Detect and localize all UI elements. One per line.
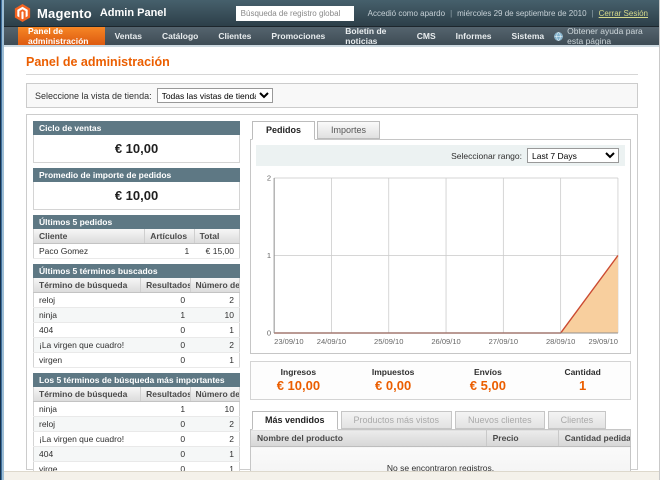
table-row[interactable]: 40401 [34,323,240,338]
current-date-text: miércoles 29 de septiembre de 2010 [457,9,586,18]
table-row[interactable]: reloj02 [34,293,240,308]
column-header: Precio [486,430,558,447]
svg-text:29/09/10: 29/09/10 [589,337,618,346]
totals-bar: Ingresos € 10,00 Impuestos € 0,00 Envíos… [250,361,631,400]
svg-text:23/09/10: 23/09/10 [274,337,303,346]
lifetime-sales-widget: Ciclo de ventas € 10,00 [33,121,240,163]
nav-item-customers[interactable]: Clientes [208,27,261,45]
logo-brand-text: Magento [37,6,92,21]
column-header: Número de usos [190,387,239,402]
global-search-input[interactable] [236,6,354,21]
table-row[interactable]: ¡La virgen que cuadro!02 [34,338,240,353]
store-view-switcher: Seleccione la vista de tienda: Todas las… [26,83,638,108]
get-help-link[interactable]: Obtener ayuda para esta página [554,27,660,45]
nav-item-newsletter[interactable]: Boletín de noticias [335,27,406,45]
average-orders-title: Promedio de importe de pedidos [33,168,240,182]
svg-text:24/09/10: 24/09/10 [317,337,346,346]
magento-logo-icon [14,4,31,22]
dashboard-left-column: Ciclo de ventas € 10,00 Promedio de impo… [33,121,240,463]
lifetime-sales-value: € 10,00 [33,135,240,163]
column-header: Número de usos [190,278,239,293]
column-header: Resultados [141,278,190,293]
main-nav: Panel de administración Ventas Catálogo … [0,27,660,47]
table-row[interactable]: 40401 [34,447,240,462]
top-search-terms-title: Los 5 términos de búsqueda más important… [33,373,240,387]
lifetime-sales-title: Ciclo de ventas [33,121,240,135]
header-bar: Magento Admin Panel Accedió como apardo … [0,0,660,27]
column-header: Total [194,229,239,244]
last-search-terms-widget: Últimos 5 términos buscados Término de b… [33,264,240,368]
chart-panel: Seleccionar rango: Last 7 Days 0 1 2 23/09/… [250,139,631,354]
svg-text:1: 1 [267,251,271,260]
table-row[interactable]: virgen01 [34,353,240,368]
svg-text:0: 0 [267,329,271,338]
magento-logo: Magento Admin Panel [14,4,166,22]
table-row[interactable]: reloj02 [34,417,240,432]
top-search-terms-table: Término de búsquedaResultadosNúmero de u… [33,387,240,477]
page-left-edge [0,0,4,480]
nav-item-cms[interactable]: CMS [407,27,446,45]
store-view-label: Seleccione la vista de tienda: [35,91,152,101]
page-footer-strip [0,471,660,480]
last-orders-table: ClienteArtículosTotalPaco Gomez1€ 15,00 [33,229,240,259]
last-search-terms-table: Término de búsquedaResultadosNúmero de u… [33,278,240,368]
range-selector-bar: Seleccionar rango: Last 7 Days [256,145,625,166]
nav-item-catalog[interactable]: Catálogo [152,27,208,45]
last-orders-widget: Últimos 5 pedidos ClienteArtículosTotalP… [33,215,240,259]
table-row[interactable]: Paco Gomez1€ 15,00 [34,244,240,259]
table-row[interactable]: ¡La virgen que cuadro!02 [34,432,240,447]
svg-text:28/09/10: 28/09/10 [546,337,575,346]
total-quantity: Cantidad 1 [535,367,630,393]
last-orders-title: Últimos 5 pedidos [33,215,240,229]
svg-text:2: 2 [267,174,271,183]
total-tax: Impuestos € 0,00 [346,367,441,393]
last-search-terms-title: Últimos 5 términos buscados [33,264,240,278]
orders-chart-container: 0 1 2 23/09/10 24/09/10 25/09/10 26/09/10 27/09… [256,166,625,348]
table-row[interactable]: ninja110 [34,402,240,417]
tab-amounts[interactable]: Importes [317,121,380,139]
svg-text:26/09/10: 26/09/10 [431,337,460,346]
column-header: Cliente [34,229,145,244]
top-search-terms-widget: Los 5 términos de búsqueda más important… [33,373,240,477]
dashboard-container: Ciclo de ventas € 10,00 Promedio de impo… [26,114,638,470]
get-help-label: Obtener ayuda para esta página [567,26,646,46]
logged-in-as-text: Accedió como apardo [368,9,445,18]
tab-bestsellers[interactable]: Más vendidos [252,411,338,430]
tab-new-customers[interactable]: Nuevos clientes [455,411,545,429]
average-orders-value: € 10,00 [33,182,240,210]
nav-item-dashboard[interactable]: Panel de administración [18,27,105,45]
column-header: Término de búsqueda [34,387,141,402]
logo-suffix-text: Admin Panel [100,7,167,19]
orders-chart: 0 1 2 23/09/10 24/09/10 25/09/10 26/09/10 27/09… [256,170,625,348]
range-select[interactable]: Last 7 Days [527,148,619,163]
average-orders-widget: Promedio de importe de pedidos € 10,00 [33,168,240,210]
help-icon [554,32,563,41]
page-title: Panel de administración [26,55,638,69]
tab-customers[interactable]: Clientes [548,411,607,429]
title-divider [26,74,638,75]
column-header: Artículos [145,229,194,244]
nav-item-reports[interactable]: Informes [446,27,502,45]
nav-item-system[interactable]: Sistema [502,27,555,45]
range-selector-label: Seleccionar rango: [451,151,522,161]
nav-item-promotions[interactable]: Promociones [261,27,335,45]
svg-text:25/09/10: 25/09/10 [374,337,403,346]
dashboard-right-column: Pedidos Importes Seleccionar rango: Last… [250,121,631,463]
table-row[interactable]: ninja110 [34,308,240,323]
column-header: Cantidad pedida [558,430,630,447]
chart-tabs: Pedidos Importes [250,121,631,139]
grid-tabs: Más vendidos Productos más vistos Nuevos… [250,411,631,429]
store-view-select[interactable]: Todas las vistas de tienda [157,88,273,103]
column-header: Nombre del producto [251,430,487,447]
total-shipping: Envíos € 5,00 [441,367,536,393]
svg-text:27/09/10: 27/09/10 [489,337,518,346]
column-header: Término de búsqueda [34,278,141,293]
logout-link[interactable]: Cerrar Sesión [599,9,648,18]
tab-most-viewed[interactable]: Productos más vistos [341,411,453,429]
total-revenue: Ingresos € 10,00 [251,367,346,393]
column-header: Resultados [141,387,190,402]
tab-orders[interactable]: Pedidos [252,121,315,140]
nav-item-sales[interactable]: Ventas [105,27,152,45]
